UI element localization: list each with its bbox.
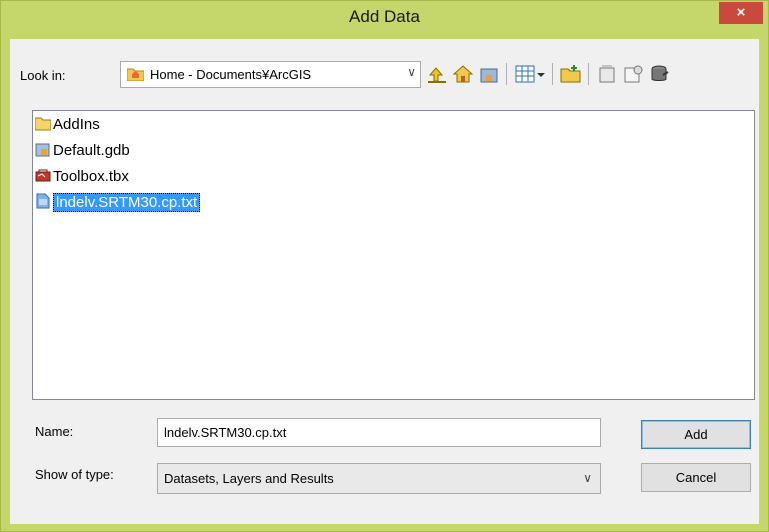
view-menu-icon[interactable] xyxy=(514,63,536,85)
new-layer-icon[interactable] xyxy=(622,63,644,85)
toolbar-separator xyxy=(588,63,589,85)
add-button[interactable]: Add xyxy=(641,420,751,449)
cancel-button[interactable]: Cancel xyxy=(641,463,751,492)
file-browser-list[interactable]: AddIns Default.gdb Toolbox.tbx lndelv.SR… xyxy=(32,110,755,400)
geodatabase-icon xyxy=(35,143,50,157)
look-in-label: Look in: xyxy=(20,68,66,83)
new-folder-icon[interactable] xyxy=(560,63,582,85)
toolbar-separator xyxy=(506,63,507,85)
text-file-icon xyxy=(36,193,50,209)
toolbar-separator xyxy=(552,63,553,85)
dialog-title: Add Data xyxy=(349,7,420,26)
type-select-value: Datasets, Layers and Results xyxy=(164,471,334,486)
file-name: AddIns xyxy=(53,116,100,133)
list-item[interactable]: Default.gdb xyxy=(35,141,130,160)
file-name: lndelv.SRTM30.cp.txt xyxy=(53,193,201,212)
name-input[interactable]: lndelv.SRTM30.cp.txt xyxy=(157,418,601,447)
home-icon[interactable] xyxy=(452,63,474,85)
look-in-value: Home - Documents¥ArcGIS xyxy=(150,67,312,82)
chevron-down-icon: ∨ xyxy=(407,65,416,79)
new-geodatabase-icon[interactable] xyxy=(596,63,618,85)
list-item[interactable]: Toolbox.tbx xyxy=(35,167,129,186)
connect-folder-icon[interactable] xyxy=(478,63,500,85)
list-item[interactable]: AddIns xyxy=(35,115,100,134)
title-bar[interactable]: Add Data × xyxy=(1,1,768,31)
type-select[interactable]: Datasets, Layers and Results ∨ xyxy=(157,463,601,494)
name-label: Name: xyxy=(35,424,74,439)
connect-database-icon[interactable] xyxy=(648,63,670,85)
close-button[interactable]: × xyxy=(719,2,763,24)
up-one-level-icon[interactable] xyxy=(426,63,448,85)
view-dropdown-icon[interactable] xyxy=(536,63,546,85)
folder-icon xyxy=(35,117,51,131)
file-name: Default.gdb xyxy=(53,142,130,159)
list-item-selected[interactable]: lndelv.SRTM30.cp.txt xyxy=(35,193,201,212)
show-of-type-label: Show of type: xyxy=(35,467,114,482)
look-in-combobox[interactable]: Home - Documents¥ArcGIS ∨ xyxy=(120,61,421,88)
home-folder-icon xyxy=(127,68,144,81)
chevron-down-icon: ∨ xyxy=(583,471,592,485)
add-data-dialog: Add Data × Look in: Home - Documents¥Arc… xyxy=(0,0,769,532)
toolbox-icon xyxy=(35,169,51,182)
file-name: Toolbox.tbx xyxy=(53,168,129,185)
